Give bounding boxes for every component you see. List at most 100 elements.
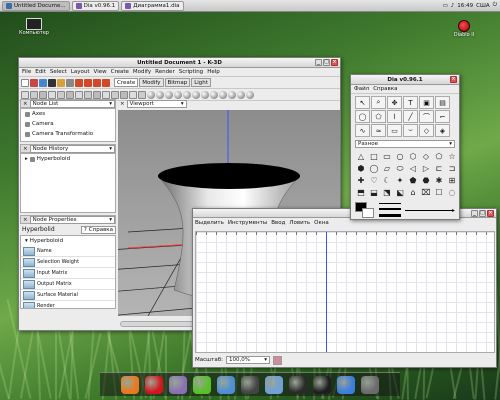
menu-scripting[interactable]: Scripting (179, 69, 203, 75)
shape-icon[interactable]: ⊏ (433, 163, 445, 174)
shape-icon[interactable]: ⊞ (446, 175, 458, 186)
cube-red-icon-2[interactable] (84, 78, 92, 87)
firefox-icon[interactable] (121, 375, 139, 394)
opera-icon[interactable] (145, 375, 163, 394)
close-button[interactable]: × (487, 210, 494, 217)
primitive-icon[interactable] (111, 90, 119, 99)
node-list-header[interactable]: × Node List ▾ (20, 99, 116, 108)
shape-icon[interactable]: ✦ (394, 175, 406, 186)
node-properties-combo[interactable]: Node Properties ▾ (29, 215, 115, 224)
shape-icon[interactable]: ⬣ (420, 175, 432, 186)
desktop-icon-diablo[interactable]: Diablo II (444, 20, 484, 38)
menu-tools[interactable]: Инструменты (228, 220, 267, 226)
menu-layout[interactable]: Layout (71, 69, 90, 75)
property-row[interactable]: Surface Material (21, 290, 115, 301)
sphere-icon[interactable] (210, 90, 218, 99)
sphere-icon[interactable] (183, 90, 191, 99)
shape-icon[interactable]: ♡ (368, 175, 380, 186)
sphere-icon[interactable] (192, 90, 200, 99)
shape-icon[interactable]: ◯ (368, 163, 380, 174)
primitive-icon[interactable] (21, 90, 29, 99)
shape-icon[interactable]: ☾ (381, 175, 393, 186)
shape-icon[interactable]: ▱ (381, 163, 393, 174)
line-icon[interactable]: ╱ (403, 110, 418, 123)
help-button[interactable]: ? Справка (80, 225, 116, 234)
misc-icon[interactable]: ◇ (419, 124, 434, 137)
list-item[interactable]: Camera (21, 119, 115, 129)
viewport-combo[interactable]: Viewport ▾ (126, 100, 187, 108)
sphere-icon[interactable] (201, 90, 209, 99)
music-icon[interactable] (265, 375, 283, 394)
shape-icon[interactable]: ○ (394, 151, 406, 162)
ellipse-icon[interactable]: ◯ (355, 110, 370, 123)
menu-view[interactable]: View (94, 69, 107, 75)
tab-modify[interactable]: Modify (139, 78, 164, 87)
cube-red-icon-4[interactable] (102, 78, 110, 87)
shape-icon[interactable]: ▷ (420, 163, 432, 174)
photos-icon[interactable] (217, 375, 235, 394)
curve-icon[interactable]: ⌣ (403, 124, 418, 137)
maximize-button[interactable]: □ (479, 210, 486, 217)
sphere-icon[interactable] (147, 90, 155, 99)
sphere-icon[interactable] (228, 90, 236, 99)
x-icon[interactable]: × (120, 101, 125, 107)
shape-icon[interactable]: ✱ (433, 175, 445, 186)
menu-create[interactable]: Create (111, 69, 129, 75)
shape-icon[interactable]: ⬒ (355, 187, 367, 198)
shape-icon[interactable]: ⬢ (355, 163, 367, 174)
shape-icon[interactable]: ✚ (355, 175, 367, 186)
property-row[interactable]: Input Matrix (21, 268, 115, 279)
shape-icon[interactable]: ◇ (420, 151, 432, 162)
property-row[interactable]: Name (21, 246, 115, 257)
shape-icon[interactable]: ⬔ (381, 187, 393, 198)
shape-icon[interactable]: △ (355, 151, 367, 162)
film-icon[interactable] (289, 375, 307, 394)
property-row[interactable]: Selection Weight (21, 257, 115, 268)
x-icon[interactable]: × (23, 146, 28, 152)
magnify-icon[interactable]: ⌕ (371, 96, 386, 109)
menu-edit[interactable]: Edit (35, 69, 46, 75)
primitive-icon[interactable] (129, 90, 137, 99)
rotate-tool-icon[interactable] (39, 78, 47, 87)
clock[interactable]: 16:49 (457, 3, 473, 9)
pidgin-icon[interactable] (169, 375, 187, 394)
misc-icon-2[interactable]: ◈ (435, 124, 450, 137)
background-color[interactable] (362, 208, 374, 218)
sphere-icon[interactable] (219, 90, 227, 99)
select-tool-icon[interactable] (21, 78, 29, 87)
volume-icon[interactable]: ♪ (451, 3, 455, 9)
shape-icon[interactable]: ⬕ (394, 187, 406, 198)
shape-icon[interactable]: □ (368, 151, 380, 162)
cube-red-icon[interactable] (75, 78, 83, 87)
tab-light[interactable]: Light (191, 78, 211, 87)
x-icon[interactable]: × (23, 101, 28, 107)
primitive-icon[interactable] (75, 90, 83, 99)
menu-help[interactable]: Help (207, 69, 220, 75)
shape-icon[interactable]: ☆ (446, 151, 458, 162)
gnome-foot-icon[interactable] (241, 375, 259, 394)
minimize-button[interactable]: _ (315, 59, 322, 66)
paint-tool-icon[interactable] (57, 78, 65, 87)
menu-file[interactable]: File (22, 69, 31, 75)
primitive-icon[interactable] (93, 90, 101, 99)
scroll-icon[interactable]: ✥ (387, 96, 402, 109)
move-tool-icon[interactable] (30, 78, 38, 87)
color-selector[interactable] (355, 202, 375, 218)
properties-group[interactable]: ▾ Hyperboloid (21, 236, 115, 246)
x-icon[interactable]: × (23, 217, 28, 223)
node-list-combo[interactable]: Node List ▾ (29, 99, 115, 108)
shape-icon[interactable]: ◁ (407, 163, 419, 174)
shape-icon[interactable]: ⬠ (433, 151, 445, 162)
menu-select[interactable]: Select (50, 69, 67, 75)
diagram-canvas[interactable] (195, 231, 495, 353)
shape-icon[interactable]: ⬡ (407, 151, 419, 162)
shape-icon[interactable]: ◌ (446, 187, 458, 198)
primitive-icon[interactable] (84, 90, 92, 99)
wand-tool-icon[interactable] (66, 78, 74, 87)
primitive-icon[interactable] (57, 90, 65, 99)
chromium-icon[interactable] (337, 375, 355, 394)
k3d-titlebar[interactable]: Untitled Document 1 - K-3D _ □ × (19, 58, 340, 68)
maximize-button[interactable]: □ (323, 59, 330, 66)
minimize-button[interactable]: _ (471, 210, 478, 217)
property-row[interactable]: Output Matrix (21, 279, 115, 290)
